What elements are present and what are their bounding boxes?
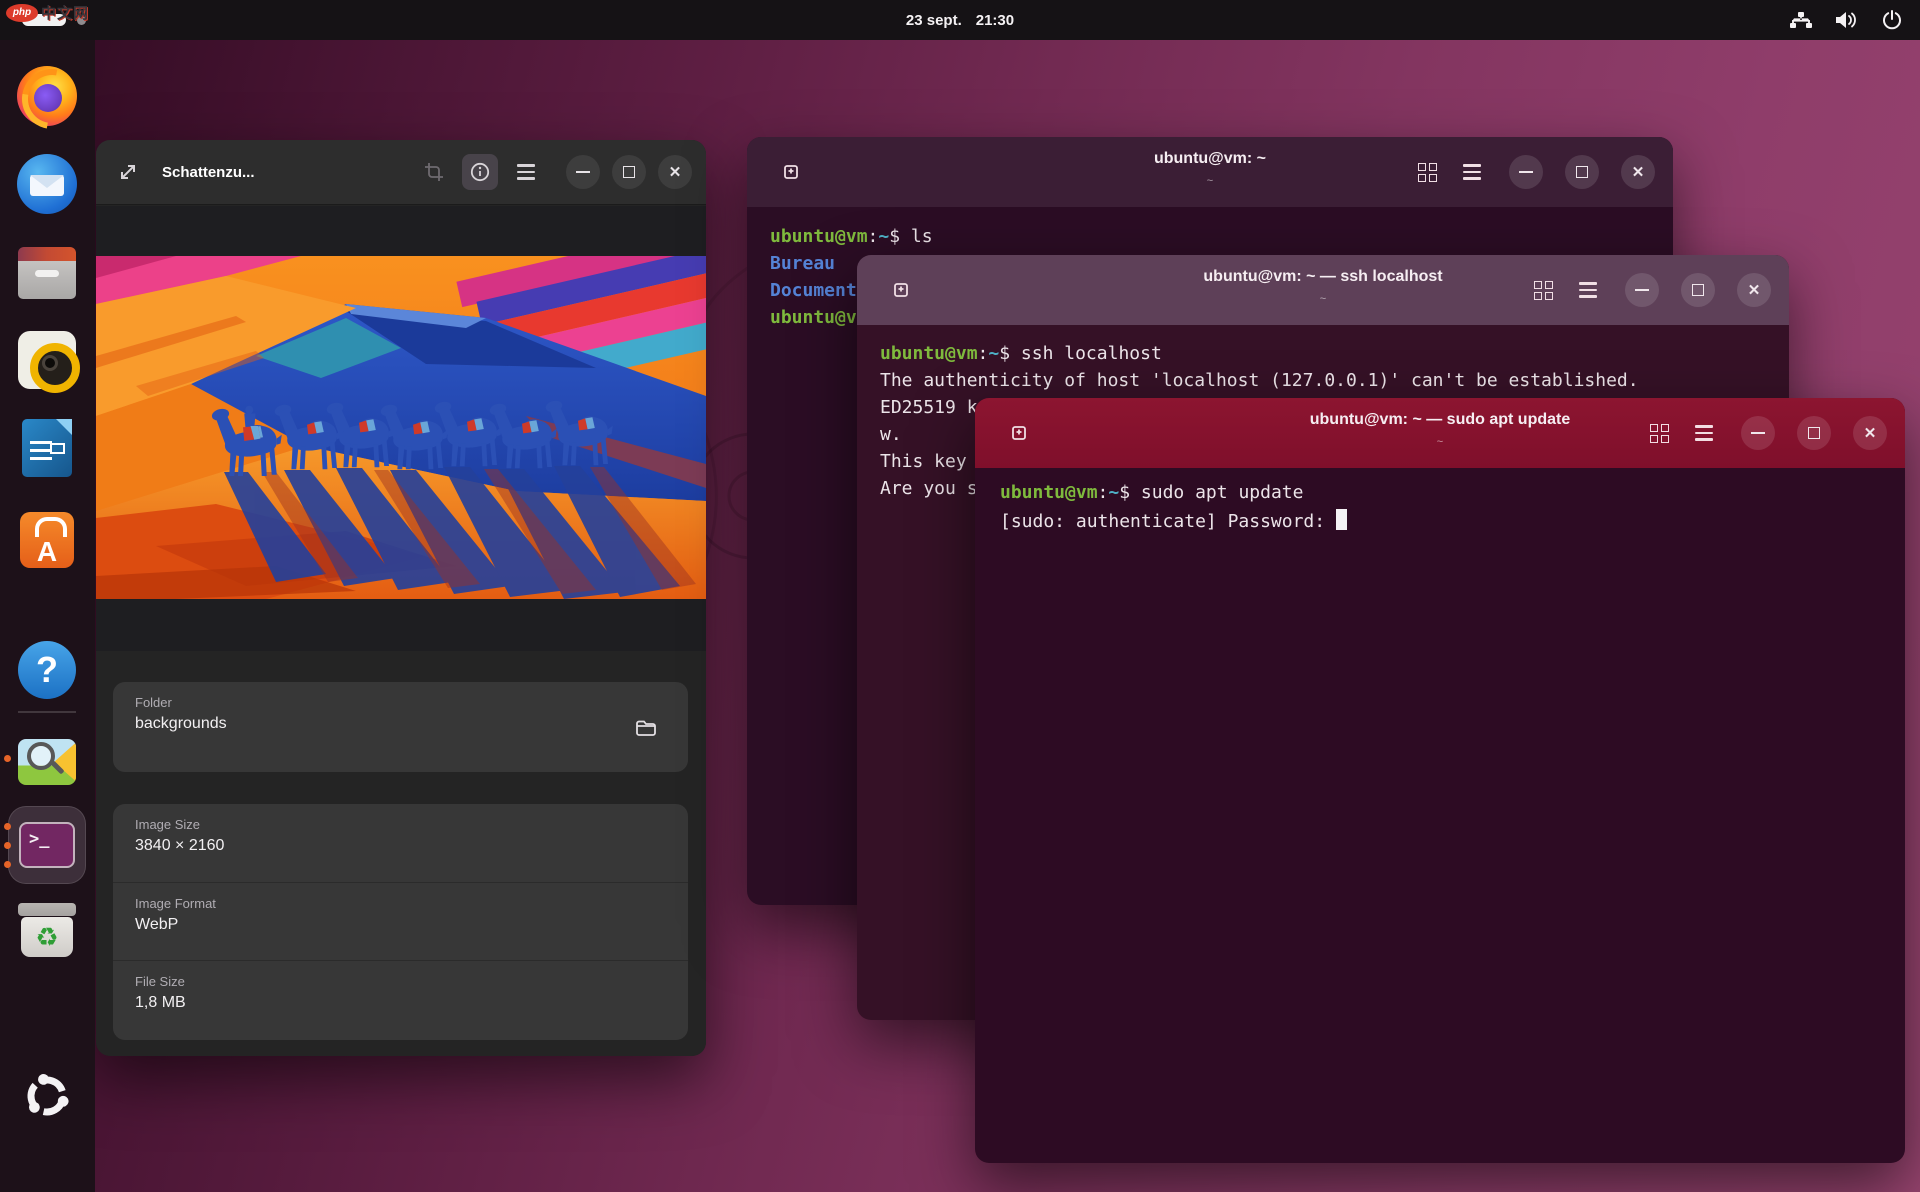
volume-icon[interactable] (1836, 11, 1858, 29)
menu-icon[interactable] (1463, 164, 1481, 179)
close-button[interactable]: ✕ (658, 155, 692, 189)
trash-icon (21, 917, 73, 957)
terminal-headerbar[interactable]: ubuntu@vm: ~ — ssh localhost ~ ✕ (857, 255, 1789, 325)
close-button[interactable]: ✕ (1737, 273, 1771, 307)
running-indicator-dot (4, 755, 11, 762)
running-indicator-dot (4, 823, 11, 830)
fullscreen-icon[interactable] (110, 154, 146, 190)
terminal-line: ubuntu@vm:~$ sudo apt update (1000, 479, 1905, 506)
terminal-screen[interactable]: ubuntu@vm:~$ sudo apt update[sudo: authe… (975, 468, 1905, 1163)
terminal-line: The authenticity of host 'localhost (127… (880, 367, 1789, 394)
dock-item-image-viewer[interactable] (16, 727, 78, 789)
file-size-label: File Size (135, 974, 688, 989)
minimize-button[interactable] (1625, 273, 1659, 307)
dock-separator (18, 711, 76, 713)
libreoffice-writer-icon (22, 419, 72, 477)
image-size-value: 3840 × 2160 (135, 837, 688, 855)
image-viewport[interactable] (96, 206, 706, 651)
minimize-button[interactable] (1741, 416, 1775, 450)
dock-item-firefox[interactable] (16, 65, 78, 127)
terminal-line: [sudo: authenticate] Password: (1000, 506, 1905, 533)
help-icon (18, 641, 76, 699)
text-cursor (1336, 509, 1347, 530)
image-format-label: Image Format (135, 896, 688, 911)
network-icon[interactable] (1790, 12, 1812, 29)
menu-icon[interactable] (508, 154, 544, 190)
image-info-card: Image Size 3840 × 2160 Image Format WebP… (113, 804, 688, 1040)
running-indicator-dot (4, 842, 11, 849)
dock-item-files[interactable] (16, 241, 78, 303)
thunderbird-icon (17, 154, 77, 214)
maximize-button[interactable] (1565, 155, 1599, 189)
top-bar: 23 sept. 21:30 (0, 0, 1920, 40)
terminal-line: ubuntu@vm:~$ ls (770, 223, 1673, 250)
photo-camel-caravan (96, 256, 706, 599)
dock-item-app-center[interactable] (16, 509, 78, 571)
open-folder-button[interactable] (626, 707, 666, 747)
close-button[interactable]: ✕ (1853, 416, 1887, 450)
crop-icon[interactable] (416, 154, 452, 190)
folder-value: backgrounds (135, 715, 688, 733)
watermark-text: 中文网 (41, 2, 89, 23)
terminal-headerbar[interactable]: ubuntu@vm: ~ ~ ✕ (747, 137, 1673, 207)
image-viewer-icon (18, 739, 76, 785)
files-icon (18, 255, 76, 299)
dock-item-console[interactable] (16, 814, 78, 876)
dock-item-rhythmbox[interactable] (16, 329, 78, 391)
tab-overview-icon[interactable] (1650, 424, 1669, 443)
terminal-icon (19, 822, 75, 868)
terminal-line: ubuntu@vm:~$ ssh localhost (880, 340, 1789, 367)
rhythmbox-icon (18, 331, 76, 389)
dock-item-help[interactable] (16, 639, 78, 701)
dock-item-libreoffice-writer[interactable] (16, 417, 78, 479)
running-indicator-dot (4, 861, 11, 868)
dock (0, 40, 95, 1192)
power-icon[interactable] (1882, 10, 1902, 30)
magnifier-icon (27, 742, 55, 770)
maximize-button[interactable] (612, 155, 646, 189)
dock-item-show-apps[interactable] (16, 1065, 78, 1127)
php-watermark: php 中文网 (6, 2, 89, 23)
terminal-window-sudo: ubuntu@vm: ~ — sudo apt update ~ ✕ ubunt… (975, 398, 1905, 1163)
menu-icon[interactable] (1695, 425, 1713, 440)
close-button[interactable]: ✕ (1621, 155, 1655, 189)
tab-overview-icon[interactable] (1534, 281, 1553, 300)
terminal-headerbar[interactable]: ubuntu@vm: ~ — sudo apt update ~ ✕ (975, 398, 1905, 468)
maximize-button[interactable] (1681, 273, 1715, 307)
firefox-icon (17, 66, 77, 126)
image-viewer-window: Schattenzu... ✕ (96, 140, 706, 1056)
clock-date: 23 sept. (906, 12, 962, 29)
window-title: Schattenzu... (162, 164, 255, 181)
ubuntu-logo-icon (19, 1068, 75, 1124)
folder-card: Folder backgrounds (113, 682, 688, 772)
info-button[interactable] (462, 154, 498, 190)
image-size-label: Image Size (135, 817, 688, 832)
folder-label: Folder (135, 695, 688, 710)
system-status-area[interactable] (1790, 0, 1902, 40)
properties-panel: Folder backgrounds Image Size 3840 × 216… (96, 651, 706, 1056)
tab-overview-icon[interactable] (1418, 163, 1437, 182)
app-center-icon (20, 512, 74, 568)
folder-icon (635, 717, 657, 737)
file-size-value: 1,8 MB (135, 994, 688, 1012)
dock-item-thunderbird[interactable] (16, 153, 78, 215)
minimize-button[interactable] (566, 155, 600, 189)
php-logo-badge: php (6, 4, 38, 22)
image-viewer-headerbar[interactable]: Schattenzu... ✕ (96, 140, 706, 205)
clock-time: 21:30 (976, 12, 1014, 29)
maximize-button[interactable] (1797, 416, 1831, 450)
clock[interactable]: 23 sept. 21:30 (906, 0, 1014, 40)
minimize-button[interactable] (1509, 155, 1543, 189)
menu-icon[interactable] (1579, 282, 1597, 297)
dock-item-trash[interactable] (16, 899, 78, 961)
image-format-value: WebP (135, 916, 688, 934)
